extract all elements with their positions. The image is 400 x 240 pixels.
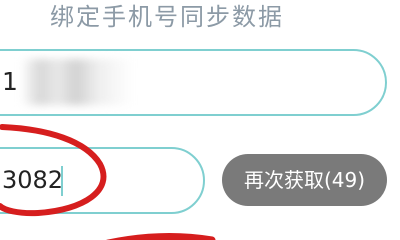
verification-code-value: 3082 [2, 166, 64, 194]
page-title: 绑定手机号同步数据 [50, 3, 284, 31]
phone-number-field[interactable]: 1 [0, 49, 387, 116]
bind-phone-screen: 绑定手机号同步数据 1 3082 再次获取(49) [0, 0, 400, 240]
resend-code-button[interactable]: 再次获取(49) [222, 154, 387, 206]
phone-number-value: 1 [2, 67, 18, 96]
privacy-blur [22, 59, 132, 105]
lower-highlight-stroke [106, 232, 216, 240]
verification-code-field[interactable]: 3082 [0, 147, 205, 214]
text-caret [61, 166, 63, 196]
